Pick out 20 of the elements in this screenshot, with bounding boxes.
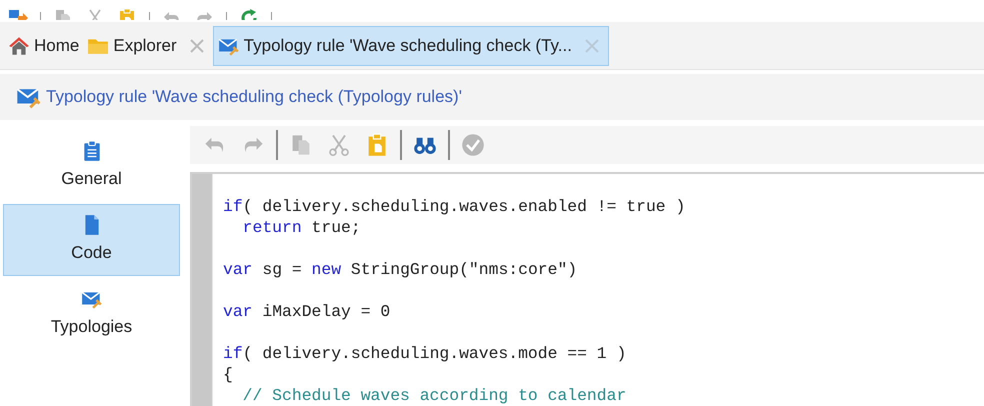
code-line: if( delivery.scheduling.waves.enabled != true ) xyxy=(223,197,686,216)
code-line: { xyxy=(223,365,233,384)
scissors-icon xyxy=(327,133,351,157)
close-icon[interactable] xyxy=(584,38,600,54)
code-line: var sg = new StringGroup("nms:core") xyxy=(223,260,578,279)
house-icon xyxy=(8,34,30,56)
sidebar-item[interactable]: Typologies xyxy=(3,278,180,350)
sidebar-item[interactable]: General xyxy=(3,130,180,202)
sidebar-item[interactable]: Code xyxy=(3,204,180,276)
active-tab[interactable]: Typology rule 'Wave scheduling check (Ty... xyxy=(212,26,609,66)
tab[interactable]: Home xyxy=(4,32,84,58)
code-line: return true; xyxy=(242,218,361,237)
check-circle-icon xyxy=(461,133,485,157)
code-line: // Schedule waves according to calendar xyxy=(242,386,626,405)
breadcrumb-title: Typology rule 'Wave scheduling check (Typology rules)' xyxy=(46,86,462,108)
code-line: var iMaxDelay = 0 xyxy=(223,302,390,321)
close-icon[interactable] xyxy=(188,38,205,54)
tab[interactable]: Typology rule 'Wave scheduling check (Ty... xyxy=(214,32,576,58)
code-line: if( delivery.scheduling.waves.mode == 1 ) xyxy=(223,344,626,363)
tab[interactable]: Explorer xyxy=(83,32,181,58)
